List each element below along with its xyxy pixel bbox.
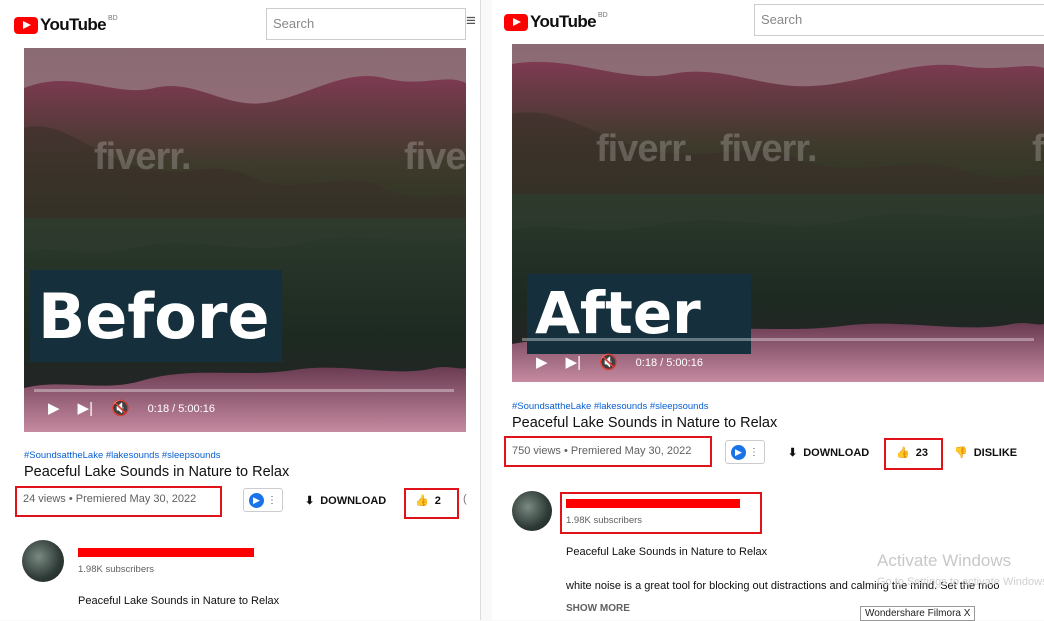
activate-windows-title: Activate Windows [877,551,1012,570]
video-hashtags[interactable]: #SoundsattheLake #lakesounds #sleepsound… [512,401,709,412]
channel-avatar[interactable] [512,491,552,531]
player-controls: ▶ ▶| 🔇 0:18 / 5:00:16 [536,355,703,370]
promote-button[interactable]: ▶ ⋮ [243,488,283,512]
mute-icon[interactable]: 🔇 [111,401,130,416]
download-label: DOWNLOAD [803,446,870,459]
download-icon: ⬇ [788,447,798,459]
show-more-button[interactable]: SHOW MORE [566,603,630,614]
video-player[interactable]: fiverr. fiverr. Before ▶ ▶| 🔇 0:18 / 5:0… [24,48,466,432]
search-input[interactable]: Search [754,4,1044,36]
progress-bar[interactable] [522,338,1034,341]
download-icon: ⬇ [305,495,315,507]
after-label: After [527,274,751,354]
video-title: Peaceful Lake Sounds in Nature to Relax [24,464,290,480]
time-display: 0:18 / 5:00:16 [635,356,703,369]
dislike-label: DISLIKE [973,446,1018,459]
time-display: 0:18 / 5:00:16 [147,402,215,415]
download-button[interactable]: ⬇ DOWNLOAD [305,494,387,508]
youtube-logo[interactable]: YouTube BD [14,15,118,35]
download-button[interactable]: ⬇ DOWNLOAD [788,446,870,460]
fiverr-watermark: fiverr. [94,136,192,178]
promote-icon: ▶ [249,492,264,508]
fiverr-watermark: fiverr. [404,136,466,178]
views-highlight [15,486,222,517]
next-icon[interactable]: ▶| [566,355,581,370]
next-icon[interactable]: ▶| [78,401,93,416]
youtube-logo[interactable]: YouTube BD [504,12,608,32]
video-hashtags[interactable]: #SoundsattheLake #lakesounds #sleepsound… [24,450,221,461]
more-icon: ⋮ [267,494,277,506]
download-label: DOWNLOAD [320,494,387,507]
channel-avatar[interactable] [22,540,64,582]
thumbs-down-icon: 👎 [954,447,968,459]
promote-button[interactable]: ▶ ⋮ [725,440,765,464]
dislike-button[interactable]: 👎 DISLIKE [954,446,1018,460]
before-label: Before [30,270,282,362]
activate-windows-subtitle: Go to Settings to activate Windows. [877,576,1044,588]
play-icon[interactable]: ▶ [536,355,548,370]
player-controls: ▶ ▶| 🔇 0:18 / 5:00:16 [48,401,215,416]
youtube-play-icon [14,16,38,34]
country-code: BD [598,11,608,19]
after-panel: YouTube BD Search fiverr. fiverr. fiverr… [492,0,1044,620]
filmora-watermark: Wondershare Filmora X [860,606,976,621]
fiverr-watermark: fiverr. [720,128,818,170]
description-title: Peaceful Lake Sounds in Nature to Relax [566,546,768,558]
youtube-wordmark: YouTube [530,12,597,31]
video-frame [24,48,466,432]
video-player[interactable]: fiverr. fiverr. fiverr. After ▶ ▶| 🔇 0:1… [512,44,1044,382]
more-icon: ⋮ [749,446,759,458]
cut-off-glyph: ( [463,493,467,505]
fiverr-watermark: fiverr. [596,128,694,170]
likes-highlight [404,488,459,519]
subscriber-count: 1.98K subscribers [78,564,155,575]
views-highlight [504,436,712,467]
likes-highlight [884,438,943,470]
fiverr-watermark: fiverr. [1032,128,1044,170]
play-icon[interactable]: ▶ [48,401,60,416]
channel-highlight [560,492,762,534]
redacted-channel-name [78,548,254,557]
country-code: BD [108,14,118,22]
video-title: Peaceful Lake Sounds in Nature to Relax [512,415,778,431]
youtube-play-icon [504,13,528,31]
promote-icon: ▶ [731,444,746,460]
search-input[interactable]: Search [266,8,466,40]
before-panel: YouTube BD Search ≡ fiverr. fiverr. Befo… [0,0,481,620]
mute-icon[interactable]: 🔇 [599,355,618,370]
menu-icon[interactable]: ≡ [466,11,476,31]
progress-bar[interactable] [34,389,454,392]
description-title: Peaceful Lake Sounds in Nature to Relax [78,595,280,607]
youtube-wordmark: YouTube [40,15,107,34]
